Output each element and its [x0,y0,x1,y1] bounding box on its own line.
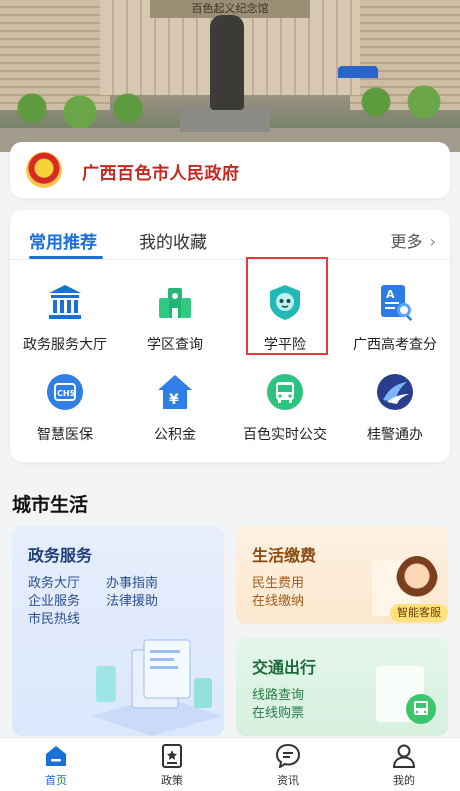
home-icon [43,744,69,768]
service-item[interactable]: CHS 智慧医保 [10,372,120,444]
service-label: 百色实时公交 [243,427,327,443]
card-line: 在线缴纳 [252,594,305,609]
link-guide[interactable]: 办事指南 [106,572,158,591]
housing-fund-icon: ¥ [155,372,195,412]
smart-service-badge[interactable]: 智能客服 [390,604,448,622]
nav-label: 我的 [393,774,415,787]
section-title: 城市生活 [12,494,89,516]
gov-service-card[interactable]: 政务服务 政务大厅 办事指南 企业服务 法律援助 市民热线 [12,526,224,736]
more-label: 更多 [390,232,423,251]
service-label: 政务服务大厅 [23,337,107,353]
bushes [0,88,160,128]
service-item[interactable]: 政务服务大厅 [10,282,120,354]
service-item[interactable]: 学区查询 [120,282,230,354]
hero-banner-image: 百色起义纪念馆 [0,0,460,152]
svg-text:A: A [386,288,395,301]
service-item[interactable]: 桂警通办 [340,372,450,444]
traffic-card[interactable]: 交通出行 线路查询 在线购票 [236,638,448,736]
card-title: 交通出行 [252,658,317,677]
profile-icon [391,744,417,768]
gov-header-card[interactable]: 广西百色市人民政府 [10,142,450,198]
service-label: 智慧医保 [37,427,93,443]
statue [210,15,244,110]
recommend-card: 常用推荐 我的收藏 更多 › 政务服务大厅 学区查询 学平险 A 广西高考查分 … [10,210,450,462]
life-payment-card[interactable]: 生活缴费 民生费用 在线缴纳 智能客服 [236,526,448,624]
svg-text:CHS: CHS [57,389,76,398]
service-label: 学区查询 [147,337,203,353]
service-label: 公积金 [154,427,196,443]
card-line: 民生费用 [252,576,305,591]
nav-label: 资讯 [277,774,299,787]
policy-icon [159,744,185,768]
school-district-icon [155,282,195,322]
service-label: 桂警通办 [367,427,423,443]
card-line: 在线购票 [252,706,305,721]
nav-label: 首页 [45,774,67,787]
documents-illustration [82,636,222,736]
more-link[interactable]: 更多 › [390,228,436,252]
news-icon [275,743,301,770]
service-item[interactable]: A 广西高考查分 [340,282,450,354]
nav-news[interactable]: 资讯 [258,743,318,788]
bus-icon [265,372,305,412]
card-title: 生活缴费 [252,546,317,565]
link-hotline[interactable]: 市民热线 [28,608,80,627]
card-title: 政务服务 [28,546,93,565]
nav-profile[interactable]: 我的 [374,744,434,788]
tab-common[interactable]: 常用推荐 [29,228,97,253]
nav-policy[interactable]: 政策 [142,744,202,788]
assistant-avatar-icon [396,556,438,606]
nav-label: 政策 [161,774,183,787]
chevron-right-icon: › [429,232,436,251]
exam-score-icon: A [375,282,415,322]
government-hall-icon [45,282,85,322]
svg-text:¥: ¥ [169,392,179,408]
service-item[interactable]: ¥ 公积金 [120,372,230,444]
tent [338,66,378,78]
link-enterprise[interactable]: 企业服务 [28,590,80,609]
service-item[interactable]: 百色实时公交 [230,372,340,444]
bottom-nav: 首页 政策 资讯 我的 [0,737,460,791]
bus-icon [406,694,436,724]
link-legal-aid[interactable]: 法律援助 [106,590,158,609]
nav-home[interactable]: 首页 [26,744,86,788]
police-service-icon [375,372,415,412]
divider [10,259,450,260]
gov-title: 广西百色市人民政府 [82,164,240,184]
link-gov-hall[interactable]: 政务大厅 [28,572,80,591]
service-label: 广西高考查分 [353,337,437,353]
medical-insurance-icon: CHS [45,372,85,412]
tab-favorites[interactable]: 我的收藏 [139,228,207,253]
national-emblem-icon [26,152,62,188]
statue-pedestal [180,108,270,132]
highlight-box [246,257,328,355]
bushes [340,82,460,122]
card-line: 线路查询 [252,688,305,703]
